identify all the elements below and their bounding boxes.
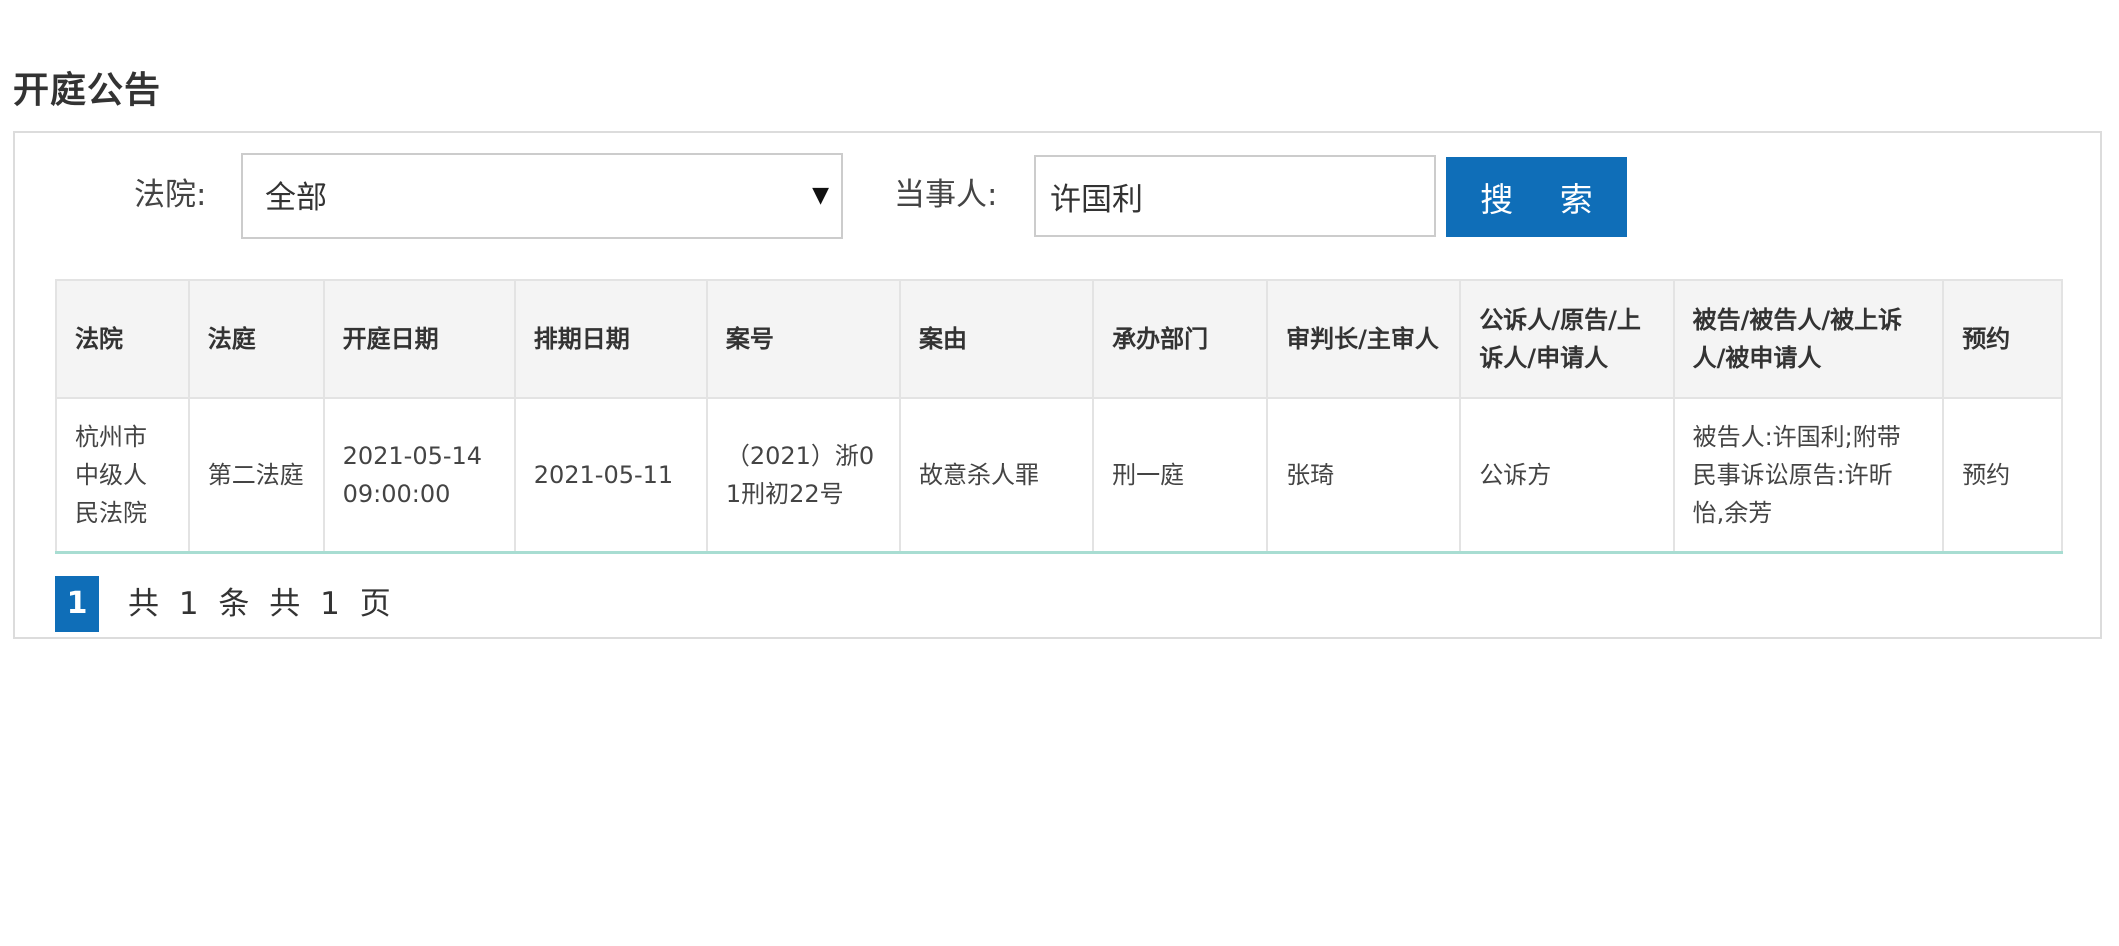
header-department: 承办部门	[1092, 279, 1269, 399]
cell-department: 刑一庭	[1092, 397, 1269, 554]
cell-defendant: 被告人:许国利;附带民事诉讼原告:许昕怡,余芳	[1672, 397, 1945, 554]
cell-case-number: （2021）浙01刑初22号	[705, 397, 902, 554]
header-hearing-date: 开庭日期	[322, 279, 516, 399]
header-judge: 审判长/主审人	[1266, 279, 1462, 399]
page-title: 开庭公告	[13, 70, 162, 111]
header-cause: 案由	[898, 279, 1095, 399]
results-table: 法院 法庭 开庭日期 排期日期 案号 案由 承办部门 审判长/主审人 公诉人/原…	[55, 279, 2063, 554]
table-row: 杭州市中级人民法院 第二法庭 2021-05-14 09:00:00 2021-…	[55, 397, 2063, 554]
table-header-row: 法院 法庭 开庭日期 排期日期 案号 案由 承办部门 审判长/主审人 公诉人/原…	[55, 279, 2063, 399]
cell-hearing-date: 2021-05-14 09:00:00	[322, 397, 516, 554]
court-select-value: 全部	[265, 180, 327, 216]
cell-cause: 故意杀人罪	[898, 397, 1095, 554]
header-case-number: 案号	[705, 279, 902, 399]
cell-courtroom: 第二法庭	[187, 397, 325, 554]
court-select[interactable]: 全部 ▼	[241, 153, 843, 239]
header-schedule-date: 排期日期	[513, 279, 708, 399]
court-label: 法院:	[134, 177, 207, 213]
dropdown-arrow-icon: ▼	[812, 183, 829, 208]
party-input[interactable]	[1034, 155, 1436, 237]
cell-plaintiff: 公诉方	[1459, 397, 1675, 554]
header-plaintiff: 公诉人/原告/上诉人/申请人	[1459, 279, 1675, 399]
header-defendant: 被告/被告人/被上诉人/被申请人	[1672, 279, 1945, 399]
cell-court: 杭州市中级人民法院	[55, 397, 190, 554]
pagination-summary: 共 1 条 共 1 页	[128, 586, 396, 622]
party-label: 当事人:	[894, 177, 998, 213]
header-reserve: 预约	[1942, 279, 2063, 399]
announcement-panel: 法院: 全部 ▼ 当事人: 搜 索	[13, 131, 2102, 639]
header-courtroom: 法庭	[187, 279, 325, 399]
cell-judge: 张琦	[1266, 397, 1462, 554]
search-button[interactable]: 搜 索	[1446, 157, 1627, 237]
reserve-link[interactable]: 预约	[1942, 397, 2063, 554]
header-court: 法院	[55, 279, 190, 399]
pagination-current-page[interactable]: 1	[55, 576, 99, 632]
cell-schedule-date: 2021-05-11	[513, 397, 708, 554]
page: 开庭公告 法院: 全部 ▼ 当事人: 搜 索	[0, 0, 2119, 946]
